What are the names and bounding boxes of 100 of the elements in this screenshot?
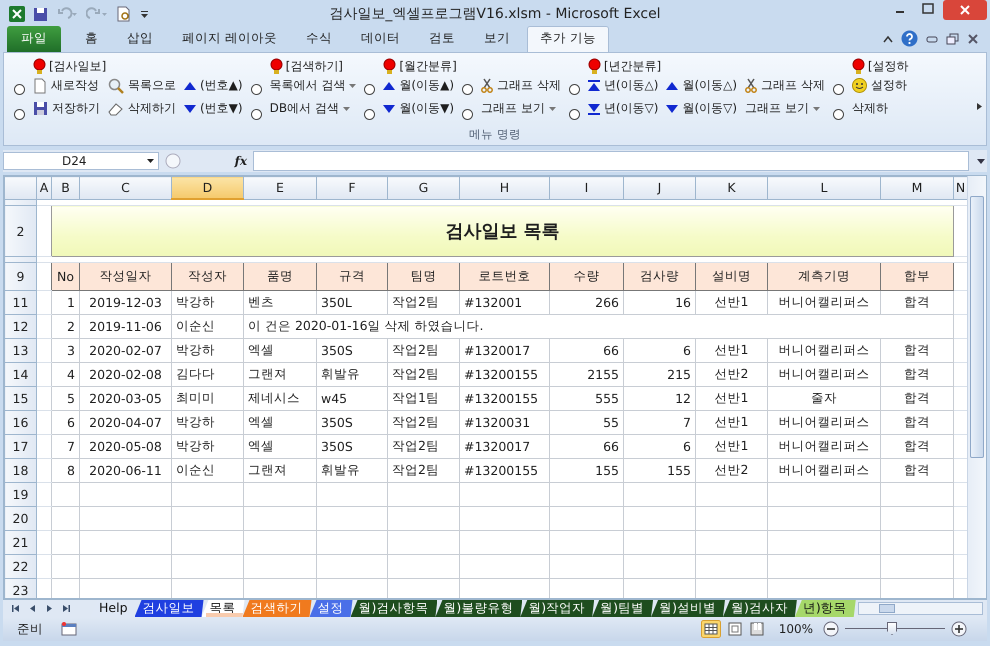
formula-input[interactable] [253,151,969,171]
circle-handle-icon[interactable] [165,153,181,169]
zoom-slider[interactable] [845,621,945,637]
ribbon-button[interactable]: 그래프 삭제 [745,76,825,95]
previous-sheet-icon[interactable] [28,604,37,613]
zoom-level[interactable]: 100% [778,622,813,636]
excel-logo-icon[interactable] [9,6,25,22]
restore-icon[interactable] [946,32,959,44]
sheet-tab[interactable]: 월)설비별 [651,600,725,617]
column-header[interactable]: H [460,176,550,199]
zoom-in-icon[interactable] [951,621,967,637]
close-icon[interactable] [943,0,987,20]
radio-button[interactable] [462,109,474,120]
ribbon-button[interactable]: 그래프 보기 [481,99,561,118]
first-sheet-icon[interactable] [11,604,20,613]
row-header[interactable]: 23 [4,578,36,598]
column-header[interactable]: E [244,176,316,199]
zoom-out-icon[interactable] [823,621,839,637]
close-icon[interactable] [967,32,979,44]
ribbon-button[interactable]: 월(이동△) [666,76,738,95]
radio-button[interactable] [568,84,580,95]
column-header[interactable]: B [52,176,80,199]
sheet-tab[interactable]: 월)검사자 [722,600,797,617]
ribbon-tab[interactable]: 검토 [416,27,467,52]
column-header[interactable]: D [172,176,244,199]
sheet-tab[interactable]: 설정 [310,600,352,617]
ribbon-tab[interactable]: 추가 기능 [526,26,609,52]
radio-button[interactable] [250,109,262,120]
ribbon-button[interactable]: 설정하 [852,76,907,95]
column-header[interactable]: K [696,176,768,199]
sheet-tab[interactable]: 월)팀별 [592,600,654,617]
ribbon-button[interactable]: 그래프 삭제 [481,76,561,95]
ribbon-button[interactable]: 월(이동▽) [666,99,738,118]
customize-dropdown-icon[interactable] [140,8,149,20]
radio-button[interactable] [14,84,25,95]
sheet-tab[interactable]: 년)항목 [794,600,856,617]
file-tab[interactable]: 파일 [7,26,61,52]
print-preview-icon[interactable] [116,6,132,22]
ribbon-button[interactable]: 월(이동▼) [383,99,454,118]
sheet-tab[interactable]: 월)검사항목 [350,600,438,617]
ribbon-button[interactable]: (번호▲) [184,76,243,95]
radio-button[interactable] [832,84,844,95]
save-icon[interactable] [33,6,48,22]
radio-button[interactable] [462,84,474,95]
sheet-tab[interactable]: 월)불량유형 [435,600,522,617]
ribbon-tab[interactable]: 홈 [73,27,110,52]
row-header[interactable]: 17 [4,434,36,458]
row-header[interactable]: 19 [4,482,36,506]
collapse-ribbon-icon[interactable] [883,34,893,42]
scroll-right-icon[interactable] [977,103,982,110]
row-header[interactable]: 13 [4,338,36,362]
ribbon-button[interactable]: 그래프 보기 [745,99,825,118]
last-sheet-icon[interactable] [62,604,71,613]
row-header[interactable]: 14 [4,362,36,386]
radio-button[interactable] [832,109,844,120]
radio-button[interactable] [250,84,262,95]
normal-view-icon[interactable] [700,620,721,638]
help-icon[interactable] [901,30,918,47]
ribbon-button[interactable]: DB에서 검색 [270,99,356,118]
ribbon-button[interactable]: 삭제하 [852,99,907,118]
column-header[interactable]: M [880,176,954,199]
ribbon-button[interactable]: (번호▼) [184,99,243,118]
row-header[interactable]: 21 [4,530,36,554]
column-header[interactable]: G [388,176,460,199]
row-header[interactable]: 16 [4,410,36,434]
sheet-tab[interactable]: 검사일보 [134,600,204,617]
vertical-scrollbar[interactable] [967,176,986,598]
ribbon-tab[interactable]: 데이터 [348,27,412,52]
row-header[interactable]: 22 [4,554,36,578]
row-header[interactable]: 20 [4,506,36,530]
ribbon-button[interactable]: 목록에서 검색 [270,76,356,95]
name-box[interactable]: D24 [3,152,159,170]
column-header[interactable]: L [768,176,880,199]
column-header[interactable]: A [36,176,52,199]
page-layout-view-icon[interactable] [726,621,743,637]
ribbon-button[interactable]: 목록으로 [108,76,176,95]
row-header[interactable]: 2 [4,206,36,256]
ribbon-tab[interactable]: 보기 [472,27,522,52]
column-header[interactable]: F [316,176,388,199]
ribbon-button[interactable]: 월(이동▲) [383,76,454,95]
ribbon-tab[interactable]: 페이지 레이아웃 [170,27,289,52]
radio-button[interactable] [568,109,580,120]
sheet-tab[interactable]: 목록 [202,600,244,617]
row-header[interactable]: 15 [4,386,36,410]
ribbon-button[interactable]: 새로작성 [33,76,100,95]
ribbon-button[interactable]: 삭제하기 [108,99,176,118]
column-header[interactable]: J [624,176,696,199]
row-header[interactable]: 12 [4,314,36,338]
insert-function-button[interactable]: fx [187,154,247,168]
sheet-tab[interactable]: 월)작업자 [520,600,594,617]
row-header[interactable]: 9 [4,262,36,290]
column-header[interactable]: I [550,176,624,199]
next-sheet-icon[interactable] [45,604,54,613]
minimize-icon[interactable] [926,34,938,42]
row-header[interactable]: 18 [4,458,36,482]
macro-record-icon[interactable] [61,622,77,636]
radio-button[interactable] [364,84,376,95]
ribbon-button[interactable]: 년(이동▽) [588,99,658,118]
row-header[interactable]: 11 [4,290,36,314]
ribbon-button[interactable]: 저장하기 [33,99,100,118]
